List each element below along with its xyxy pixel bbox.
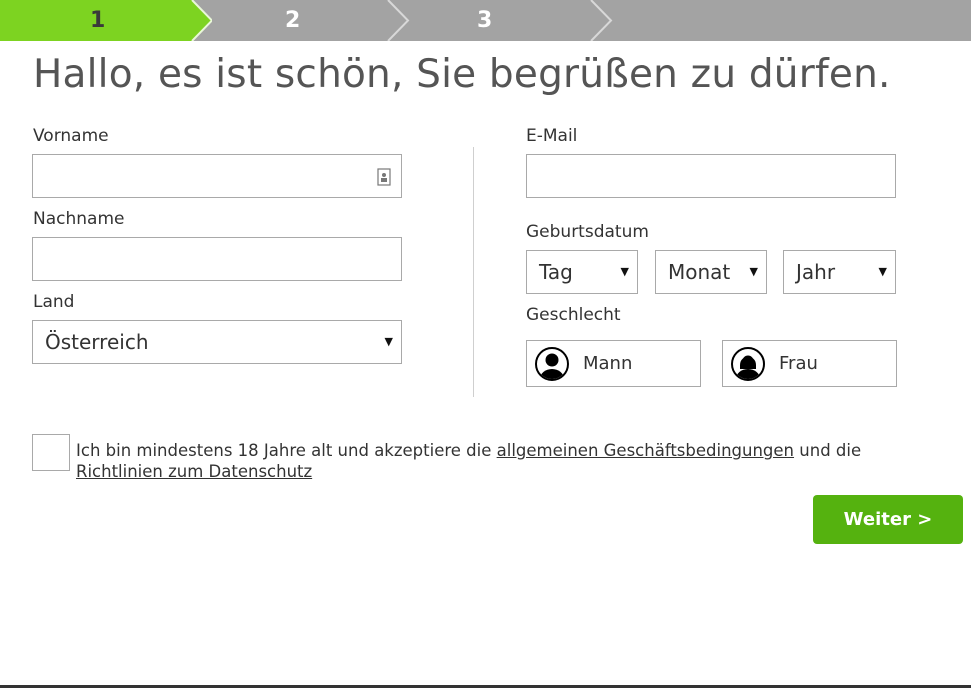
first-name-input[interactable]	[33, 155, 401, 197]
contact-card-icon[interactable]	[377, 168, 391, 186]
person-silhouette-icon	[731, 347, 765, 381]
column-divider	[473, 147, 474, 397]
chevron-right-icon	[387, 0, 410, 41]
birth-month-value: Monat	[668, 260, 731, 284]
caret-down-icon: ▼	[878, 265, 887, 278]
first-name-field[interactable]	[32, 154, 402, 198]
person-silhouette-icon	[535, 347, 569, 381]
birth-year-value: Jahr	[796, 260, 836, 284]
email-field[interactable]	[526, 154, 896, 198]
caret-down-icon: ▼	[749, 265, 758, 278]
next-button[interactable]: Weiter >	[813, 495, 963, 544]
last-name-label: Nachname	[33, 209, 125, 229]
birth-month-select[interactable]: Monat ▼	[655, 250, 767, 294]
caret-down-icon: ▼	[384, 335, 393, 348]
birth-year-select[interactable]: Jahr ▼	[783, 250, 896, 294]
terms-middle: und die	[794, 441, 862, 460]
step-3-number: 3	[477, 8, 493, 33]
gender-female-button[interactable]: Frau	[722, 340, 897, 387]
terms-link[interactable]: allgemeinen Geschäftsbedingungen	[497, 441, 794, 460]
last-name-field[interactable]	[32, 237, 402, 281]
last-name-input[interactable]	[33, 238, 401, 280]
country-label: Land	[33, 292, 75, 312]
page-title: Hallo, es ist schön, Sie begrüßen zu dür…	[33, 52, 891, 97]
country-selected-value: Österreich	[45, 330, 149, 354]
terms-prefix: Ich bin mindestens 18 Jahre alt und akze…	[76, 441, 497, 460]
step-1-number: 1	[90, 8, 106, 33]
chevron-right-icon	[590, 0, 613, 41]
email-label: E-Mail	[526, 126, 578, 146]
step-2-number: 2	[285, 8, 301, 33]
country-select[interactable]: Österreich ▼	[32, 320, 402, 364]
terms-text: Ich bin mindestens 18 Jahre alt und akze…	[76, 440, 936, 482]
gender-label: Geschlecht	[526, 305, 621, 325]
birthdate-label: Geburtsdatum	[526, 222, 649, 242]
gender-male-button[interactable]: Mann	[526, 340, 701, 387]
terms-checkbox[interactable]	[32, 434, 70, 471]
progress-stepbar: 1 2 3	[0, 0, 971, 41]
birth-day-value: Tag	[539, 260, 573, 284]
privacy-link[interactable]: Richtlinien zum Datenschutz	[76, 462, 312, 481]
gender-female-label: Frau	[779, 353, 818, 374]
caret-down-icon: ▼	[620, 265, 629, 278]
step-1-active-segment	[0, 0, 212, 41]
email-input[interactable]	[527, 155, 895, 197]
birth-day-select[interactable]: Tag ▼	[526, 250, 638, 294]
gender-male-label: Mann	[583, 353, 633, 374]
first-name-label: Vorname	[33, 126, 109, 146]
